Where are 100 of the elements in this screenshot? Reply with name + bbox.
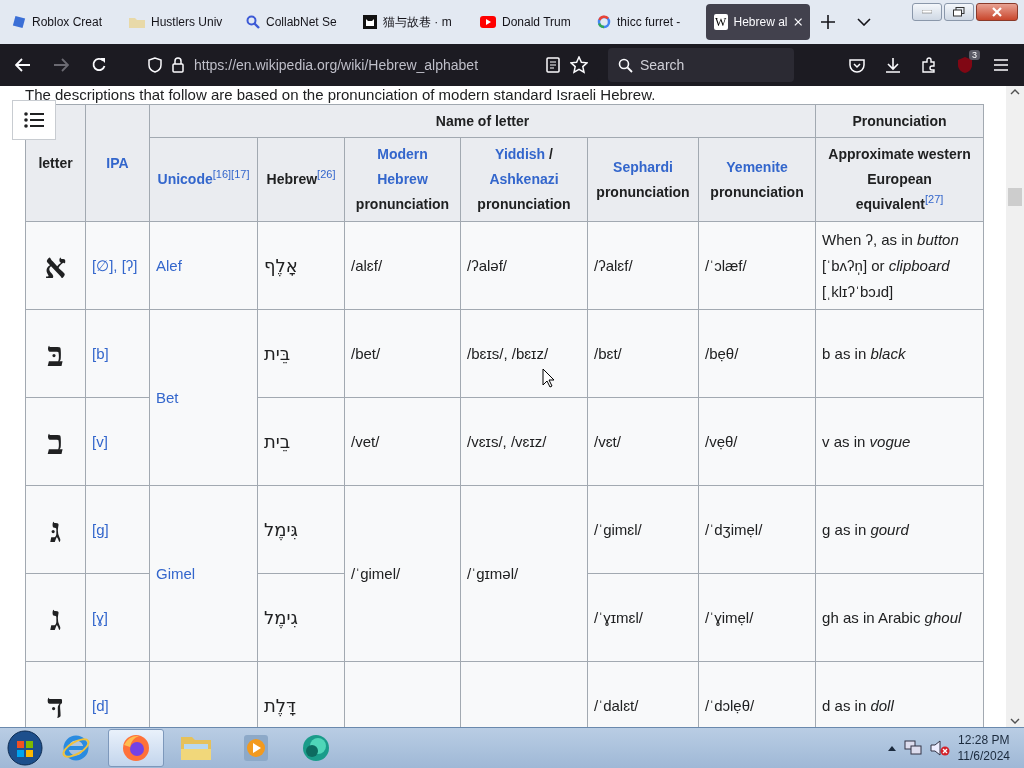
table-cell: /vɛt/ (587, 397, 699, 486)
browser-tab[interactable]: 猫与故巷 · m (355, 4, 472, 40)
table-cell: דּ (25, 661, 86, 727)
forward-arrow-icon (53, 58, 69, 72)
extension-shield-icon (957, 56, 973, 74)
table-cell: ב (25, 397, 86, 486)
ring-icon (597, 15, 611, 29)
link[interactable]: Bet (156, 388, 179, 406)
link[interactable]: Yemenite (726, 154, 788, 180)
scroll-up-icon[interactable] (1010, 88, 1020, 96)
table-cell: d as in doll (815, 661, 984, 727)
table-cell: /vet/ (344, 397, 461, 486)
link[interactable]: [d] (92, 696, 109, 714)
link[interactable]: Yiddish (495, 142, 546, 167)
table-cell: /ˈɣimẹl/ (698, 573, 816, 662)
play-icon (480, 16, 496, 28)
link[interactable]: [ɣ] (92, 608, 108, 626)
back-arrow-icon (15, 58, 31, 72)
table-cell: בֵּית (257, 309, 345, 398)
table-cell: /ˈdalɛt/ (587, 661, 699, 727)
muted-speaker-icon[interactable] (929, 740, 950, 756)
header-text: / (549, 145, 553, 164)
link[interactable]: Unicode (157, 167, 213, 192)
caret-up-icon[interactable] (887, 745, 896, 751)
download-icon (885, 57, 901, 73)
globe-e-icon (61, 733, 91, 763)
link[interactable]: IPA (106, 150, 129, 176)
network-icon[interactable] (903, 740, 922, 756)
table-cell: /ˈdʒimẹl/ (698, 485, 816, 574)
scroll-down-icon[interactable] (1010, 717, 1020, 725)
link[interactable]: Gimel (156, 564, 196, 582)
shield-icon (148, 57, 162, 73)
search-icon (246, 15, 260, 29)
reference-link[interactable]: [17] (231, 168, 250, 181)
table-cell: /bɛɪs/, /bɛɪz/ (460, 309, 588, 398)
reload-icon (91, 57, 107, 73)
browser-tab[interactable]: W Hebrew al (706, 4, 810, 40)
scrollbar-thumb[interactable] (1008, 188, 1022, 206)
table-cell: v as in vogue (815, 397, 984, 486)
search-field[interactable]: Search (608, 48, 794, 82)
fox-globe-icon (121, 733, 151, 763)
intro-paragraph: The descriptions that follow are based on the pronunciation of modern standard Israeli Hebrew. (25, 86, 657, 104)
cat-icon (363, 15, 377, 29)
link[interactable]: Ashkenazi (489, 167, 559, 192)
table-cell: א (25, 221, 86, 310)
scrollbar[interactable] (1006, 86, 1024, 727)
start-button[interactable] (6, 729, 44, 767)
contents-toggle-button[interactable] (12, 100, 56, 140)
header-text: Hebrew$^{[26]}$ (266, 167, 336, 189)
link[interactable]: [∅], [ʔ] (92, 256, 138, 274)
link[interactable]: Sephardi (613, 154, 673, 180)
header-cell: Pronunciation (815, 104, 984, 138)
shield-extension-button[interactable]: 3 (948, 49, 982, 81)
table-cell: /ˈgimɛl/ (587, 485, 699, 574)
taskbar-app-button[interactable] (108, 729, 164, 767)
close-icon[interactable] (793, 17, 802, 27)
table-cell: b as in black (815, 309, 984, 398)
header-text: pronunciation (477, 195, 571, 214)
table-cell: גִימֶל (257, 573, 345, 662)
link[interactable]: [v] (92, 432, 108, 450)
header-text: pronunciation (710, 182, 804, 202)
reader-view-icon[interactable] (546, 57, 560, 73)
table-cell: בֵית (257, 397, 345, 486)
browser-tab[interactable]: Donald Trum (472, 4, 589, 40)
folder-icon (180, 734, 212, 762)
close-button[interactable] (976, 3, 1018, 21)
table-cell: דָּלֶת (257, 661, 345, 727)
table-cell: When ʔ, as in button [ˈbʌʔn̩] or clipboard [ˌklɪʔˈbɔɹd] (815, 221, 984, 310)
link[interactable]: Alef (156, 256, 182, 274)
table-cell: /vɛɪs/, /vɛɪz/ (460, 397, 588, 486)
header-text: pronunciation (355, 195, 450, 214)
table-cell: /ˈgimel/ (344, 485, 461, 662)
chat-bubble-icon (300, 733, 332, 763)
restore-button[interactable] (944, 3, 974, 21)
table-cell: ג (25, 573, 86, 662)
taskbar-clock[interactable]: 12:28 PM 11/6/2024 (957, 732, 1010, 764)
link[interactable]: Modern Hebrew (351, 142, 454, 192)
list-icon (24, 112, 44, 128)
reference-link[interactable]: [26] (317, 168, 336, 181)
browser-tab[interactable]: Hustlers Univ (121, 4, 238, 40)
browser-tab[interactable]: thicc furret - (589, 4, 706, 40)
reference-link[interactable]: [27] (925, 193, 944, 206)
browser-tab[interactable]: Roblox Creat (4, 4, 121, 40)
browser-tab[interactable]: CollabNet Se (238, 4, 355, 40)
table-cell: גּ (25, 485, 86, 574)
table-cell: /bɛt/ (587, 309, 699, 398)
header-text: pronunciation (596, 182, 690, 202)
restore-icon (953, 7, 965, 17)
link[interactable]: [g] (92, 520, 109, 538)
close-icon (992, 7, 1002, 17)
link[interactable]: [b] (92, 344, 109, 362)
star-icon[interactable] (570, 56, 588, 74)
plus-icon (821, 15, 835, 29)
table-cell: /ʔalɛf/ (587, 221, 699, 310)
table-cell: /ˈɡɪməl/ (460, 485, 588, 662)
count-badge: 3 (969, 50, 980, 60)
table-cell: /ˈɣɪmɛl/ (587, 573, 699, 662)
puzzle-piece-icon (921, 57, 937, 73)
mouse-pointer-icon (542, 368, 556, 388)
reference-link[interactable]: [16] (212, 168, 232, 181)
